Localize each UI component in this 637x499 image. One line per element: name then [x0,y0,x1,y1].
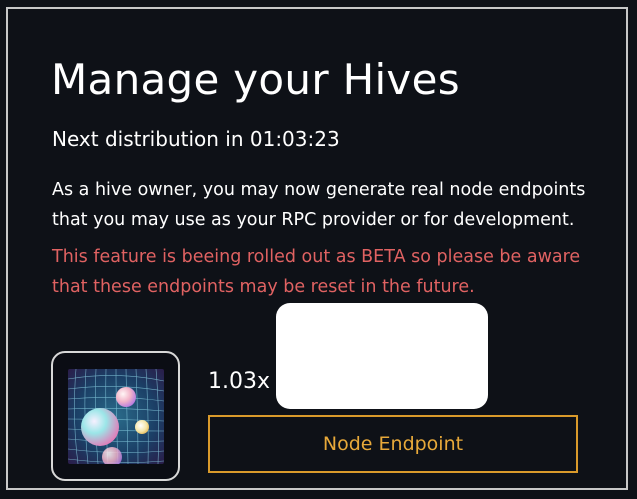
hive-multiplier: 1.03x [208,369,271,394]
redacted-panel [276,303,488,409]
hives-panel: Manage your Hives Next distribution in 0… [6,7,628,490]
hive-nft-image [68,369,164,464]
page-title: Manage your Hives [51,55,460,104]
beta-warning-text: This feature is beeing rolled out as BET… [52,247,581,297]
next-distribution-countdown: Next distribution in 01:03:23 [52,127,340,151]
hive-nft-artwork-icon [68,369,164,464]
node-endpoint-button[interactable]: Node Endpoint [208,415,578,473]
description-text: As a hive owner, you may now generate re… [52,180,586,230]
hive-thumbnail[interactable] [51,351,180,481]
